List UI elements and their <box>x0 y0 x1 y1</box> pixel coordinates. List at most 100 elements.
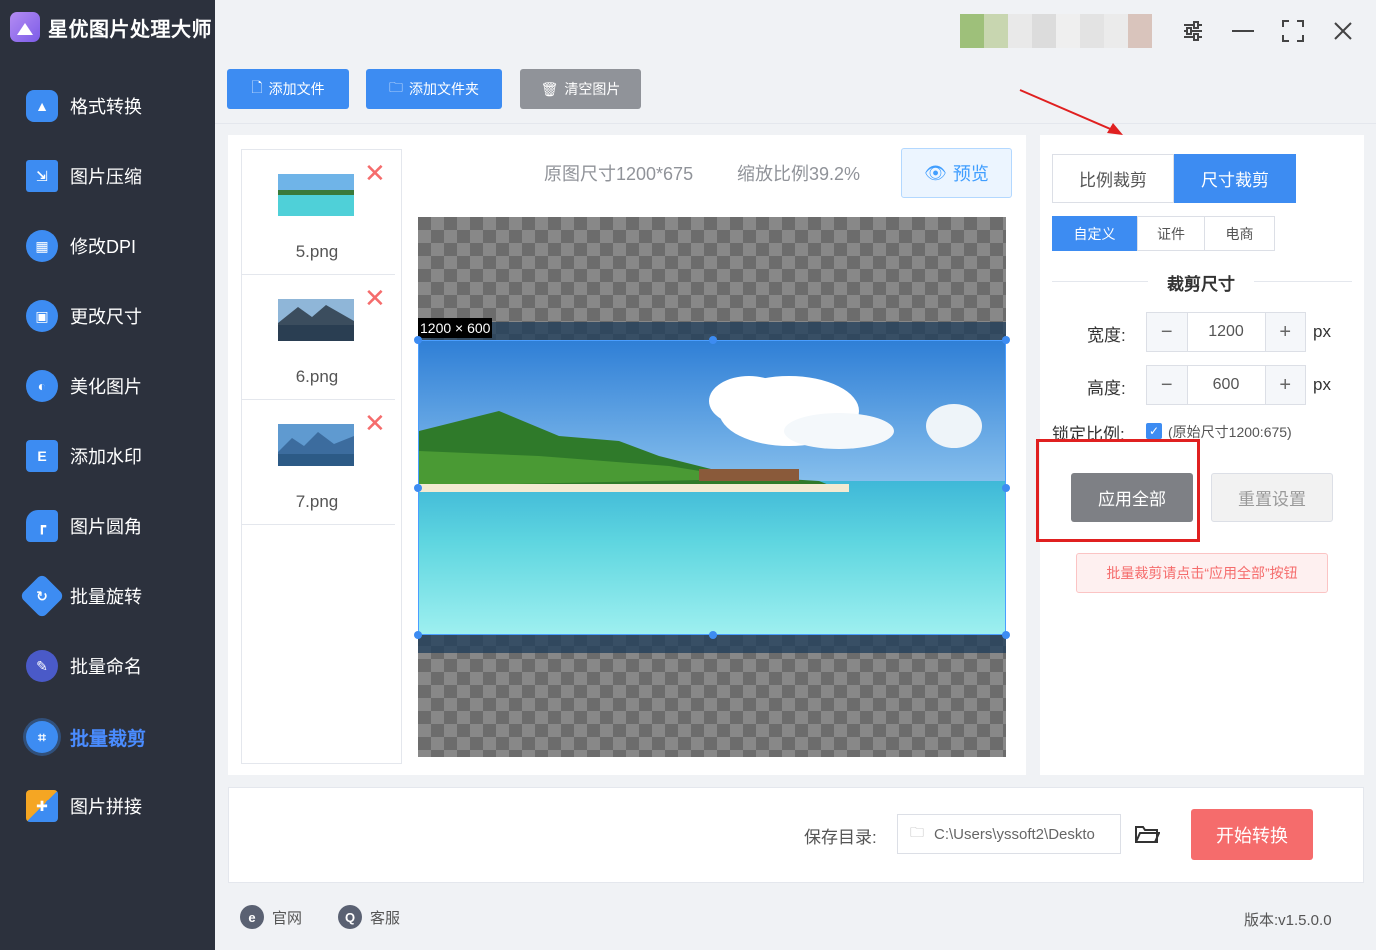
tab-preset-id[interactable]: 证件 <box>1137 216 1205 251</box>
close-icon[interactable] <box>1328 16 1358 46</box>
crop-handle-bottom[interactable] <box>709 631 717 639</box>
app-header: 星优图片处理大师 <box>10 12 212 42</box>
tab-ratio-crop[interactable]: 比例裁剪 <box>1052 154 1174 203</box>
trash-icon: 🗑 <box>540 80 559 97</box>
height-stepper[interactable]: − 600 + <box>1146 365 1306 405</box>
watermark-icon: E <box>26 440 58 472</box>
crop-handle-top-left[interactable] <box>414 336 422 344</box>
crop-handle-top[interactable] <box>709 336 717 344</box>
crop-handle-left[interactable] <box>414 484 422 492</box>
height-input[interactable]: 600 <box>1186 366 1266 404</box>
crop-size-label: 1200 × 600 <box>418 318 493 338</box>
sidebar-item-label: 美化图片 <box>70 377 142 397</box>
user-avatar[interactable] <box>960 14 1152 48</box>
delete-file-icon[interactable]: ✕ <box>364 160 386 186</box>
sidebar-item-label: 添加水印 <box>70 447 142 467</box>
delete-file-icon[interactable]: ✕ <box>364 285 386 311</box>
sidebar-item-watermark[interactable]: E 添加水印 <box>26 436 142 476</box>
reset-button[interactable]: 重置设置 <box>1211 473 1333 522</box>
width-label: 宽度: <box>1087 326 1126 345</box>
crop-handle-top-right[interactable] <box>1002 336 1010 344</box>
crop-handle-bottom-left[interactable] <box>414 631 422 639</box>
list-item[interactable]: ✕ 7.png <box>242 400 395 525</box>
eye-icon: 👁 <box>924 162 947 183</box>
delete-file-icon[interactable]: ✕ <box>364 410 386 436</box>
height-increment-button[interactable]: + <box>1265 366 1306 404</box>
tab-preset-custom[interactable]: 自定义 <box>1052 216 1137 251</box>
sidebar-item-beautify[interactable]: ◐ 美化图片 <box>26 366 142 406</box>
width-stepper[interactable]: − 1200 + <box>1146 312 1306 352</box>
sidebar-item-dpi[interactable]: ▦ 修改DPI <box>26 226 136 266</box>
original-size-text: 原图尺寸1200*675 <box>544 164 694 184</box>
sidebar-item-label: 格式转换 <box>70 97 142 117</box>
tab-label: 电商 <box>1225 225 1254 242</box>
image-convert-icon: ▲ <box>26 90 58 122</box>
width-decrement-button[interactable]: − <box>1147 313 1187 351</box>
sidebar-item-label: 修改DPI <box>70 237 137 257</box>
apply-all-label: 应用全部 <box>1098 490 1166 509</box>
save-path-value: C:\Users\yssoft2\Deskto <box>934 825 1095 843</box>
minimize-icon[interactable] <box>1228 16 1258 46</box>
settings-sliders-icon[interactable] <box>1178 16 1208 46</box>
file-thumbnail <box>278 424 354 466</box>
add-folder-button[interactable]: 🗀 添加文件夹 <box>366 69 502 109</box>
file-list: ✕ 5.png ✕ 6.png ✕ 7.png <box>241 149 402 764</box>
tab-size-crop[interactable]: 尺寸裁剪 <box>1174 154 1296 203</box>
sidebar-item-label: 图片拼接 <box>70 797 142 817</box>
sidebar-item-format-convert[interactable]: ▲ 格式转换 <box>26 86 142 126</box>
rotate-icon: ↻ <box>19 573 65 619</box>
tip-text: 批量裁剪请点击“应用全部”按钮 <box>1106 565 1298 581</box>
list-item[interactable]: ✕ 6.png <box>242 275 395 400</box>
rounded-corner-icon: ┏ <box>26 510 58 542</box>
add-folder-label: 添加文件夹 <box>409 81 479 97</box>
folder-icon: 🗀 <box>910 824 924 840</box>
tab-label: 证件 <box>1157 225 1185 242</box>
crop-handle-bottom-right[interactable] <box>1002 631 1010 639</box>
browser-icon: e <box>240 905 264 929</box>
start-convert-button[interactable]: 开始转换 <box>1191 809 1313 860</box>
sidebar-item-label: 批量裁剪 <box>70 728 147 750</box>
app-logo-icon <box>10 12 40 42</box>
lock-ratio-checkbox[interactable]: ✓ <box>1146 423 1162 439</box>
list-item[interactable]: ✕ 5.png <box>242 150 395 275</box>
crop-image[interactable] <box>418 340 1006 635</box>
support-label: 客服 <box>370 909 401 927</box>
height-unit: px <box>1313 375 1331 394</box>
compress-icon: ⇲ <box>26 160 58 192</box>
batch-crop-tip: 批量裁剪请点击“应用全部”按钮 <box>1076 553 1328 593</box>
sidebar-item-label: 批量命名 <box>70 657 142 677</box>
width-increment-button[interactable]: + <box>1265 313 1306 351</box>
sidebar-item-rotate[interactable]: ↻ 批量旋转 <box>19 573 142 619</box>
sidebar-item-rounded[interactable]: ┏ 图片圆角 <box>26 506 142 546</box>
tab-preset-ecommerce[interactable]: 电商 <box>1204 216 1275 251</box>
toolbar-divider <box>215 123 1376 124</box>
add-file-button[interactable]: 🗋 添加文件 <box>227 69 349 109</box>
crop-handle-right[interactable] <box>1002 484 1010 492</box>
puzzle-icon: ✚ <box>26 790 58 822</box>
apply-all-button[interactable]: 应用全部 <box>1071 473 1193 522</box>
height-decrement-button[interactable]: − <box>1147 366 1187 404</box>
file-icon: 🗋 <box>251 79 263 95</box>
open-folder-icon[interactable] <box>1132 820 1162 848</box>
app-title: 星优图片处理大师 <box>48 18 212 41</box>
sidebar-item-resize[interactable]: ▣ 更改尺寸 <box>26 296 142 336</box>
preview-button-label: 预览 <box>952 164 989 184</box>
sidebar-item-crop[interactable]: ⌗ 批量裁剪 <box>26 717 146 757</box>
resize-icon: ▣ <box>26 300 58 332</box>
dpi-icon: ▦ <box>26 230 58 262</box>
save-path-input[interactable]: 🗀 C:\Users\yssoft2\Deskto <box>897 814 1121 854</box>
website-label: 官网 <box>272 909 303 927</box>
website-link[interactable]: e 官网 <box>240 905 302 929</box>
preview-button[interactable]: 👁 预览 <box>901 148 1012 198</box>
annotation-arrow-icon <box>1019 89 1123 135</box>
clear-images-button[interactable]: 🗑 清空图片 <box>520 69 641 109</box>
maximize-icon[interactable] <box>1278 16 1308 46</box>
sidebar-item-compress[interactable]: ⇲ 图片压缩 <box>26 156 142 196</box>
tab-label: 尺寸裁剪 <box>1201 171 1269 190</box>
support-link[interactable]: Q 客服 <box>338 905 400 929</box>
sidebar-item-stitch[interactable]: ✚ 图片拼接 <box>26 786 142 826</box>
version-text: 版本:v1.5.0.0 <box>1244 912 1332 929</box>
width-input[interactable]: 1200 <box>1186 313 1266 351</box>
sidebar-item-rename[interactable]: ✎ 批量命名 <box>26 646 142 686</box>
file-thumbnail <box>278 174 354 216</box>
